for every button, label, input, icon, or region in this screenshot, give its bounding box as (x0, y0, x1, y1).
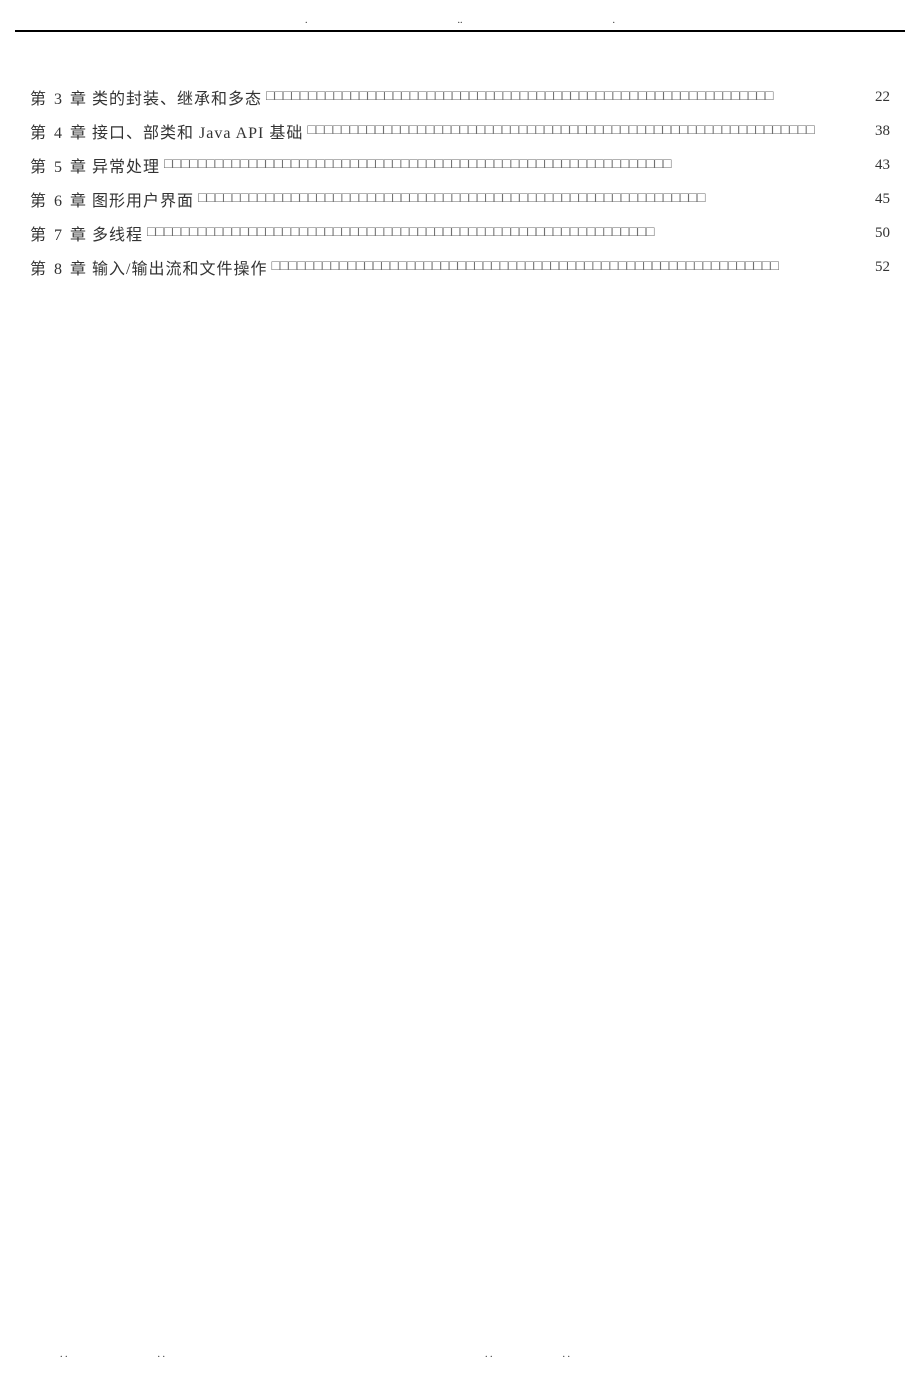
toc-chapter-label: 第 4 章 (30, 119, 88, 143)
toc-chapter-label: 第 8 章 (30, 255, 88, 279)
toc-title: 图形用户界面 (92, 187, 194, 211)
top-dots-row: . .. . (0, 15, 920, 26)
toc-leader: □□□□□□□□□□□□□□□□□□□□□□□□□□□□□□□□□□□□□□□□… (271, 259, 871, 275)
toc-title: 输入/输出流和文件操作 (92, 255, 267, 279)
toc-page-number: 45 (875, 191, 890, 208)
bottom-dot: . . (563, 1349, 571, 1360)
top-horizontal-rule (15, 30, 905, 32)
toc-entry: 第 3 章 类的封装、继承和多态 □□□□□□□□□□□□□□□□□□□□□□□… (30, 85, 890, 109)
toc-page-number: 22 (875, 89, 890, 106)
toc-page-number: 50 (875, 225, 890, 242)
toc-entry: 第 4 章 接口、部类和 Java API 基础 □□□□□□□□□□□□□□□… (30, 119, 890, 143)
toc-leader: □□□□□□□□□□□□□□□□□□□□□□□□□□□□□□□□□□□□□□□□… (164, 157, 871, 173)
toc-leader: □□□□□□□□□□□□□□□□□□□□□□□□□□□□□□□□□□□□□□□□… (147, 225, 871, 241)
toc-title: 多线程 (92, 221, 143, 245)
toc-page-number: 43 (875, 157, 890, 174)
top-dot: .. (458, 15, 463, 26)
toc-chapter-label: 第 6 章 (30, 187, 88, 211)
toc-chapter-label: 第 7 章 (30, 221, 88, 245)
toc-page-number: 52 (875, 259, 890, 276)
toc-entry: 第 7 章 多线程 □□□□□□□□□□□□□□□□□□□□□□□□□□□□□□… (30, 221, 890, 245)
bottom-dot: . . (60, 1349, 68, 1360)
bottom-dots-row: . . . . . . . . (0, 1349, 920, 1360)
toc-entry: 第 8 章 输入/输出流和文件操作 □□□□□□□□□□□□□□□□□□□□□□… (30, 255, 890, 279)
table-of-contents: 第 3 章 类的封装、继承和多态 □□□□□□□□□□□□□□□□□□□□□□□… (30, 85, 890, 289)
toc-title: 类的封装、继承和多态 (92, 85, 262, 109)
toc-leader: □□□□□□□□□□□□□□□□□□□□□□□□□□□□□□□□□□□□□□□□… (266, 89, 871, 105)
toc-leader: □□□□□□□□□□□□□□□□□□□□□□□□□□□□□□□□□□□□□□□□… (307, 123, 871, 139)
toc-title: 接口、部类和 Java API 基础 (92, 119, 303, 143)
toc-chapter-label: 第 5 章 (30, 153, 88, 177)
toc-entry: 第 6 章 图形用户界面 □□□□□□□□□□□□□□□□□□□□□□□□□□□… (30, 187, 890, 211)
toc-entry: 第 5 章 异常处理 □□□□□□□□□□□□□□□□□□□□□□□□□□□□□… (30, 153, 890, 177)
toc-leader: □□□□□□□□□□□□□□□□□□□□□□□□□□□□□□□□□□□□□□□□… (198, 191, 871, 207)
toc-page-number: 38 (875, 123, 890, 140)
top-dot: . (613, 15, 616, 26)
bottom-dot: . . (485, 1349, 493, 1360)
bottom-dot: . . (158, 1349, 166, 1360)
toc-chapter-label: 第 3 章 (30, 85, 88, 109)
top-dot: . (305, 15, 308, 26)
toc-title: 异常处理 (92, 153, 160, 177)
